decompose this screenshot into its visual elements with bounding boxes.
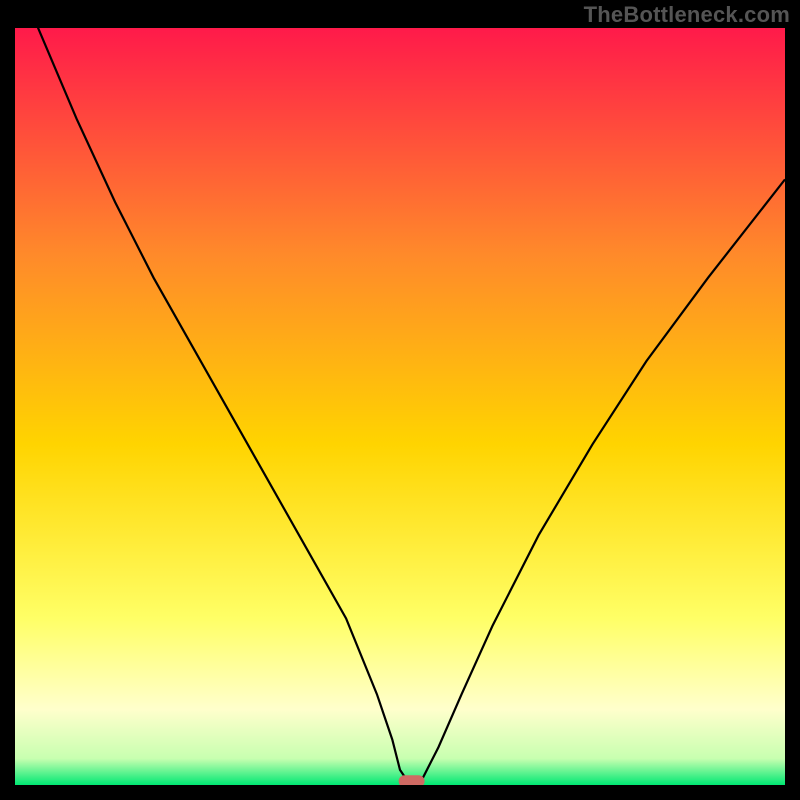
plot-area bbox=[15, 28, 785, 785]
optimal-marker bbox=[399, 775, 425, 785]
chart-frame: TheBottleneck.com bbox=[0, 0, 800, 800]
watermark-text: TheBottleneck.com bbox=[584, 2, 790, 28]
gradient-rect bbox=[15, 28, 785, 785]
chart-svg bbox=[15, 28, 785, 785]
